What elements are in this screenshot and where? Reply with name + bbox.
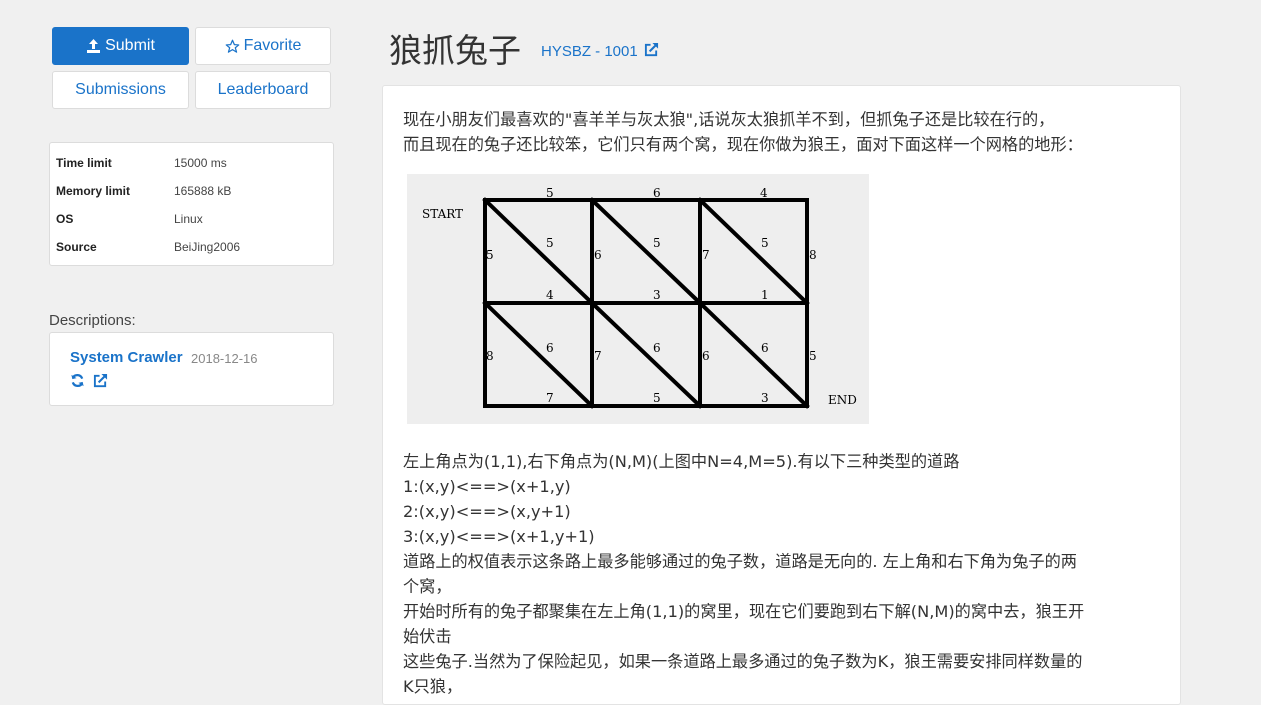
- edge-weight: 5: [653, 236, 661, 250]
- description-author-link[interactable]: System Crawler: [70, 349, 183, 366]
- submit-button[interactable]: Submit: [52, 27, 189, 65]
- leaderboard-button[interactable]: Leaderboard: [195, 71, 331, 109]
- description-actions: [70, 373, 108, 392]
- start-label: START: [422, 207, 463, 221]
- problem-description-panel: 现在小朋友们最喜欢的"喜羊羊与灰太狼",话说灰太狼抓羊不到，但抓兔子还是比较在行…: [382, 85, 1181, 705]
- body-line: 2:(x,y)<==>(x,y+1): [403, 502, 571, 521]
- info-key: Source: [56, 240, 97, 254]
- edge-weight: 6: [653, 341, 661, 355]
- edge-weight: 6: [546, 341, 554, 355]
- info-value: 15000 ms: [174, 156, 227, 170]
- external-link-icon: [644, 42, 659, 61]
- problem-info-card: Time limit 15000 ms Memory limit 165888 …: [49, 142, 334, 266]
- edge-weight: 5: [653, 391, 661, 405]
- edge-weight: 6: [594, 248, 602, 262]
- edge-weight: 6: [702, 349, 710, 363]
- edge-weight: 7: [594, 349, 602, 363]
- grid-figure: START END 5 6 4 5 6 7 8 5 5 5 4 3 1 8 7 …: [407, 174, 869, 424]
- edge-weight: 1: [761, 288, 769, 302]
- edge-weight: 6: [653, 186, 661, 200]
- edge-weight: 7: [546, 391, 554, 405]
- submit-label: Submit: [105, 37, 155, 54]
- body-line: 开始时所有的兔子都聚集在左上角(1,1)的窝里，现在它们要跑到右下解(N,M)的…: [403, 602, 1085, 621]
- body-line: 个窝，: [403, 577, 452, 596]
- description-card: System Crawler 2018-12-16: [49, 332, 334, 406]
- edge-weight: 5: [809, 349, 817, 363]
- descriptions-label: Descriptions:: [49, 312, 136, 329]
- body-line: 道路上的权值表示这条路上最多能够通过的兔子数，道路是无向的. 左上角和右下角为兔…: [403, 552, 1077, 571]
- upload-icon: [86, 39, 101, 53]
- edge-weight: 3: [653, 288, 661, 302]
- submissions-label: Submissions: [75, 81, 166, 98]
- favorite-button[interactable]: Favorite: [195, 27, 331, 65]
- info-value: BeiJing2006: [174, 240, 241, 254]
- favorite-label: Favorite: [243, 37, 302, 54]
- edge-weight: 4: [546, 288, 554, 302]
- end-label: END: [828, 393, 857, 407]
- edge-weight: 5: [761, 236, 769, 250]
- edge-weight: 8: [486, 349, 494, 363]
- body-line: 1:(x,y)<==>(x+1,y): [403, 477, 571, 496]
- info-value: 165888 kB: [174, 184, 232, 198]
- edge-weight: 4: [760, 186, 768, 200]
- submissions-button[interactable]: Submissions: [52, 71, 189, 109]
- star-icon: [225, 39, 240, 54]
- info-key: OS: [56, 212, 74, 226]
- description-date: 2018-12-16: [191, 351, 258, 366]
- edge-weight: 8: [809, 248, 817, 262]
- external-link-icon[interactable]: [93, 373, 108, 392]
- refresh-icon[interactable]: [70, 373, 85, 392]
- info-key: Time limit: [56, 156, 112, 170]
- problem-title: 狼抓兔子: [389, 31, 521, 70]
- problem-source-label: HYSBZ - 1001: [541, 43, 638, 60]
- problem-source-link[interactable]: HYSBZ - 1001: [541, 42, 659, 61]
- edge-weight: 5: [546, 186, 554, 200]
- body-line: 始伏击: [403, 627, 452, 646]
- edge-weight: 6: [761, 341, 769, 355]
- info-key: Memory limit: [56, 184, 131, 198]
- edge-weight: 5: [486, 248, 494, 262]
- edge-weight: 5: [546, 236, 554, 250]
- figure-background: [407, 174, 869, 424]
- body-line: 左上角点为(1,1),右下角点为(N,M)(上图中N=4,M=5).有以下三种类…: [403, 452, 960, 471]
- body-line: 3:(x,y)<==>(x+1,y+1): [403, 527, 595, 546]
- leaderboard-label: Leaderboard: [217, 81, 309, 98]
- body-line: 这些兔子.当然为了保险起见，如果一条道路上最多通过的兔子数为K，狼王需要安排同样…: [403, 652, 1083, 671]
- edge-weight: 7: [702, 248, 710, 262]
- intro-line-1: 现在小朋友们最喜欢的"喜羊羊与灰太狼",话说灰太狼抓羊不到，但抓兔子还是比较在行…: [403, 110, 1055, 129]
- body-line: K只狼，: [403, 677, 463, 696]
- intro-line-2: 而且现在的兔子还比较笨，它们只有两个窝，现在你做为狼王，面对下面这样一个网格的地…: [403, 135, 1083, 154]
- info-value: Linux: [174, 212, 203, 226]
- edge-weight: 3: [761, 391, 769, 405]
